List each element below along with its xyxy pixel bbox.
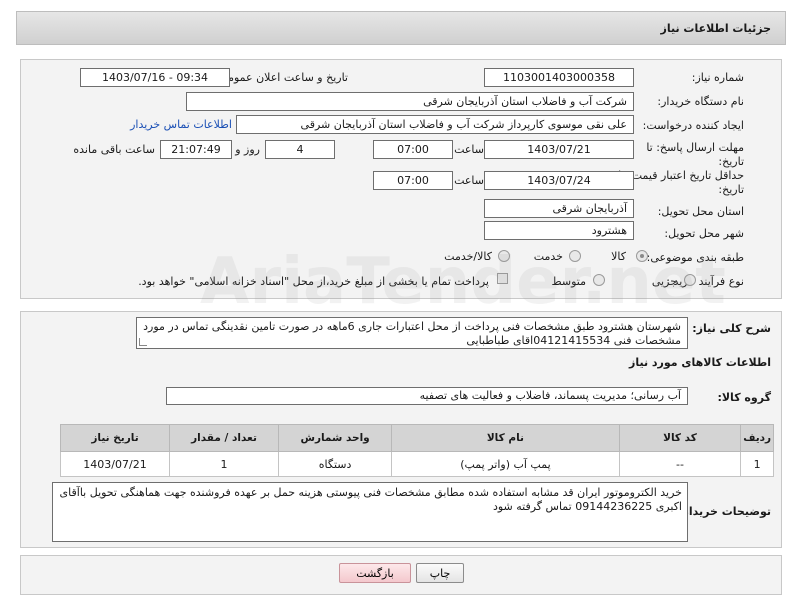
page-header: جزئیات اطلاعات نیاز bbox=[16, 11, 786, 45]
cell-row-number: 1 bbox=[740, 451, 774, 477]
print-button[interactable]: چاپ bbox=[416, 563, 464, 583]
cell-goods-code: -- bbox=[618, 451, 742, 477]
deadline-date-field[interactable]: 1403/07/21 bbox=[484, 140, 634, 159]
page-title: جزئیات اطلاعات نیاز bbox=[660, 22, 772, 35]
description-textarea[interactable]: شهرستان هشترود طبق مشخصات فنی پرداخت از … bbox=[136, 317, 688, 349]
col-goods-name: نام کالا bbox=[391, 424, 620, 452]
buyer-contact-link[interactable]: اطلاعات تماس خریدار bbox=[130, 118, 232, 131]
table-row[interactable]: 1 -- پمپ آب (واتر پمپ) دستگاه 1 1403/07/… bbox=[59, 451, 774, 477]
col-quantity: تعداد / مقدار bbox=[169, 424, 279, 452]
buyer-org-label: نام دستگاه خریدار: bbox=[657, 95, 744, 108]
time-remaining-label: ساعت باقی مانده bbox=[73, 143, 155, 156]
col-need-date: تاریخ نیاز bbox=[59, 424, 171, 452]
response-deadline-label: مهلت ارسال پاسخ: تا bbox=[646, 141, 744, 154]
validity-time-label: ساعت bbox=[454, 174, 484, 187]
process-radio-medium[interactable] bbox=[593, 274, 605, 286]
buyer-notes-textarea[interactable]: خرید الکتروموتور ایران قد مشابه استفاده … bbox=[52, 482, 688, 542]
col-row-number: ردیف bbox=[740, 424, 774, 452]
process-option-medium: متوسط bbox=[551, 275, 586, 288]
delivery-province-field[interactable]: آذربایجان شرقی bbox=[484, 199, 634, 218]
category-option-service: خدمت bbox=[533, 250, 563, 263]
category-radio-service[interactable] bbox=[569, 250, 581, 262]
time-remaining-field[interactable]: 21:07:49 bbox=[160, 140, 232, 159]
resize-handle-icon[interactable] bbox=[139, 338, 147, 346]
price-validity-label: حداقل تاریخ اعتبار قیمت: تا bbox=[618, 169, 744, 182]
category-option-goods: کالا bbox=[611, 250, 626, 263]
announce-datetime-field[interactable]: 1403/07/16 - 09:34 bbox=[80, 68, 230, 87]
cell-need-date: 1403/07/21 bbox=[59, 451, 171, 477]
deadline-time-field[interactable]: 07:00 bbox=[373, 140, 453, 159]
delivery-city-field[interactable]: هشترود bbox=[484, 221, 634, 240]
goods-table: ردیف کد کالا نام کالا واحد شمارش تعداد /… bbox=[59, 424, 774, 477]
validity-time-field[interactable]: 07:00 bbox=[373, 171, 453, 190]
validity-date-field[interactable]: 1403/07/24 bbox=[484, 171, 634, 190]
process-option-minor: جزیی bbox=[651, 275, 677, 288]
response-deadline-date-label: تاریخ: bbox=[718, 155, 744, 168]
col-goods-code: کد کالا bbox=[618, 424, 742, 452]
buyer-notes-text: خرید الکتروموتور ایران قد مشابه استفاده … bbox=[59, 486, 682, 513]
process-radio-minor[interactable] bbox=[684, 274, 696, 286]
back-button[interactable]: بازگشت bbox=[339, 563, 411, 583]
cell-goods-name: پمپ آب (واتر پمپ) bbox=[391, 451, 620, 477]
cell-quantity: 1 bbox=[169, 451, 279, 477]
need-number-label: شماره نیاز: bbox=[691, 71, 744, 84]
delivery-province-label: استان محل تحویل: bbox=[657, 205, 744, 218]
buyer-org-field[interactable]: شرکت آب و فاضلاب استان آذربایجان شرقی bbox=[186, 92, 634, 111]
goods-table-header: ردیف کد کالا نام کالا واحد شمارش تعداد /… bbox=[59, 424, 774, 452]
category-option-goods-service: کالا/خدمت bbox=[444, 250, 492, 263]
category-radio-goods-service[interactable] bbox=[498, 250, 510, 262]
col-unit: واحد شمارش bbox=[277, 424, 393, 452]
days-label: روز و bbox=[235, 143, 260, 156]
category-label: طبقه بندی موضوعی: bbox=[646, 251, 744, 264]
buyer-notes-label: توضیحات خریدار: bbox=[678, 505, 771, 518]
announce-datetime-label: تاریخ و ساعت اعلان عمومی: bbox=[215, 71, 348, 84]
requester-field[interactable]: علی نقی موسوی کارپرداز شرکت آب و فاضلاب … bbox=[236, 115, 634, 134]
description-label: شرح کلی نیاز: bbox=[692, 322, 771, 335]
delivery-city-label: شهر محل تحویل: bbox=[664, 227, 744, 240]
goods-group-label: گروه کالا: bbox=[717, 391, 771, 404]
description-text: شهرستان هشترود طبق مشخصات فنی پرداخت از … bbox=[143, 320, 681, 347]
cell-unit: دستگاه bbox=[277, 451, 393, 477]
requester-label: ایجاد کننده درخواست: bbox=[642, 119, 744, 132]
category-radio-goods[interactable] bbox=[636, 250, 648, 262]
goods-info-title: اطلاعات کالاهای مورد نیاز bbox=[629, 356, 771, 369]
treasury-payment-checkbox[interactable] bbox=[497, 273, 508, 284]
goods-group-field[interactable]: آب رسانی؛ مدیریت پسماند، فاضلاب و فعالیت… bbox=[166, 387, 688, 405]
need-number-field[interactable]: 1103001403000358 bbox=[484, 68, 634, 87]
deadline-time-label: ساعت bbox=[454, 143, 484, 156]
process-type-label: نوع فرآیند خرید : bbox=[666, 275, 744, 288]
days-remaining-field[interactable]: 4 bbox=[265, 140, 335, 159]
treasury-payment-note: پرداخت تمام یا بخشی از مبلغ خرید،از محل … bbox=[138, 275, 489, 288]
price-validity-date-label: تاریخ: bbox=[718, 183, 744, 196]
